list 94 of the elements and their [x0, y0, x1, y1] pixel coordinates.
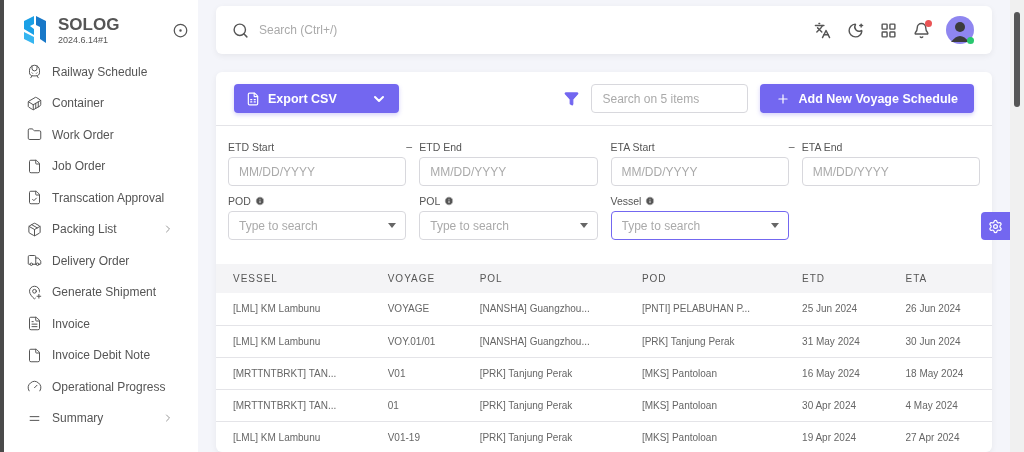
file-check-icon	[27, 190, 42, 206]
table-cell: 01	[370, 389, 463, 421]
table-cell: [NANSHA] Guangzhou...	[462, 325, 625, 357]
sidebar-item[interactable]: Delivery Order	[4, 245, 198, 277]
date-field[interactable]: MM/DD/YYYY	[419, 157, 598, 186]
container-icon	[27, 95, 42, 111]
settings-icon	[988, 218, 1003, 234]
caret-icon	[579, 223, 588, 228]
table-cell: [MRTTNTBRKT] TAN...	[216, 357, 371, 389]
table-cell: 25 Jun 2024	[785, 293, 889, 325]
table-cell: [MKS] Pantoloan	[624, 357, 786, 389]
app-name: SOLOG	[58, 15, 121, 35]
field-label: Vessel	[610, 195, 642, 207]
sidebar-item[interactable]: Generate Shipment	[4, 276, 198, 308]
sidebar-item[interactable]: Summary	[4, 402, 198, 434]
field-label: POD	[228, 195, 251, 207]
sidebar-item[interactable]: Work Order	[4, 119, 198, 151]
package-icon	[27, 221, 42, 237]
sidebar-item[interactable]: Operational Progress	[4, 371, 198, 403]
bell-icon[interactable]	[913, 21, 930, 39]
table-cell: [LML] KM Lambunu	[216, 325, 371, 357]
table-cell: 4 May 2024	[888, 389, 992, 421]
table-cell: VOYAGE	[370, 293, 463, 325]
table-cell: 31 May 2024	[785, 325, 889, 357]
sidebar-item[interactable]: Railway Schedule	[4, 56, 198, 88]
document-icon	[27, 316, 42, 332]
translate-icon[interactable]	[814, 21, 831, 39]
folder-icon	[27, 127, 42, 143]
sidebar-item[interactable]: Transcation Approval	[4, 182, 198, 214]
table-cell: 18 May 2024	[888, 357, 992, 389]
sidebar-item[interactable]: Job Order	[4, 150, 198, 182]
table-cell: [LML] KM Lambunu	[216, 421, 371, 452]
field-label: POL	[419, 195, 441, 207]
table-cell: [PRK] Tanjung Perak	[462, 421, 625, 452]
table-cell: 16 May 2024	[785, 357, 889, 389]
grid-icon[interactable]	[880, 21, 897, 39]
column-header: POL	[462, 264, 625, 293]
field-label: ETD Start	[228, 141, 275, 153]
map-pin-icon	[27, 284, 42, 300]
truck-icon	[27, 253, 42, 269]
field-label: ETA Start	[610, 141, 655, 153]
table-cell: V01	[370, 357, 463, 389]
range-dash: –	[406, 140, 413, 152]
sidebar-item[interactable]: Packing List	[4, 213, 198, 245]
table-cell: [PRK] Tanjung Perak	[462, 389, 625, 421]
date-field[interactable]: MM/DD/YYYY	[801, 157, 980, 186]
table-cell: 26 Jun 2024	[888, 293, 992, 325]
caret-icon	[770, 223, 779, 228]
plus-icon	[776, 91, 791, 106]
table-cell: [MRTTNTBRKT] TAN...	[216, 389, 371, 421]
field-label: ETA End	[801, 141, 843, 153]
table-cell: 30 Apr 2024	[785, 389, 889, 421]
table-cell: [NANSHA] Guangzhou...	[462, 293, 625, 325]
add-schedule-button[interactable]: Add New Voyage Schedule	[760, 84, 974, 113]
range-dash: –	[788, 140, 795, 152]
sidebar-item[interactable]: Invoice Debit Note	[4, 339, 198, 371]
sidebar-item[interactable]: Invoice	[4, 308, 198, 340]
info-icon	[645, 196, 656, 206]
table-cell: [PRK] Tanjung Perak	[462, 357, 625, 389]
column-header: ETD	[785, 264, 889, 293]
column-header: VESSEL	[216, 264, 371, 293]
table-cell: [LML] KM Lambunu	[216, 293, 371, 325]
date-field[interactable]: MM/DD/YYYY	[610, 157, 789, 186]
table-cell: 19 Apr 2024	[785, 421, 889, 452]
caret-icon	[388, 223, 397, 228]
csv-file-icon	[246, 91, 260, 106]
table-cell: [PNTI] PELABUHAN P...	[624, 293, 786, 325]
column-header: ETA	[888, 264, 992, 293]
filter-icon[interactable]	[564, 91, 580, 106]
file-icon	[27, 347, 42, 363]
info-icon	[254, 196, 265, 206]
table-cell: VOY.01/01	[370, 325, 463, 357]
column-header: POD	[624, 264, 786, 293]
table-cell: [MKS] Pantoloan	[624, 389, 786, 421]
column-header: VOYAGE	[370, 264, 463, 293]
settings-button[interactable]	[981, 212, 1010, 240]
app-version: 2024.6.14#1	[58, 35, 110, 45]
date-field[interactable]: MM/DD/YYYY	[228, 157, 407, 186]
field-label: ETD End	[419, 141, 462, 153]
table-cell: [PRK] Tanjung Perak	[624, 325, 786, 357]
user-avatar[interactable]	[946, 16, 974, 44]
moon-icon[interactable]	[847, 21, 864, 39]
table-cell: V01-19	[370, 421, 463, 452]
train-icon	[27, 64, 42, 80]
info-icon	[444, 196, 455, 206]
table-cell: [MKS] Pantoloan	[624, 421, 786, 452]
file-icon	[27, 158, 42, 174]
table-cell: 27 Apr 2024	[888, 421, 992, 452]
table-cell: 30 Jun 2024	[888, 325, 992, 357]
select-field[interactable]: Type to search	[610, 211, 789, 240]
table-search-field[interactable]: Search on 5 items	[591, 84, 749, 113]
search-icon	[232, 21, 249, 39]
sidebar-item[interactable]: Container	[4, 87, 198, 119]
sidebar-toggle-icon[interactable]	[173, 22, 188, 38]
